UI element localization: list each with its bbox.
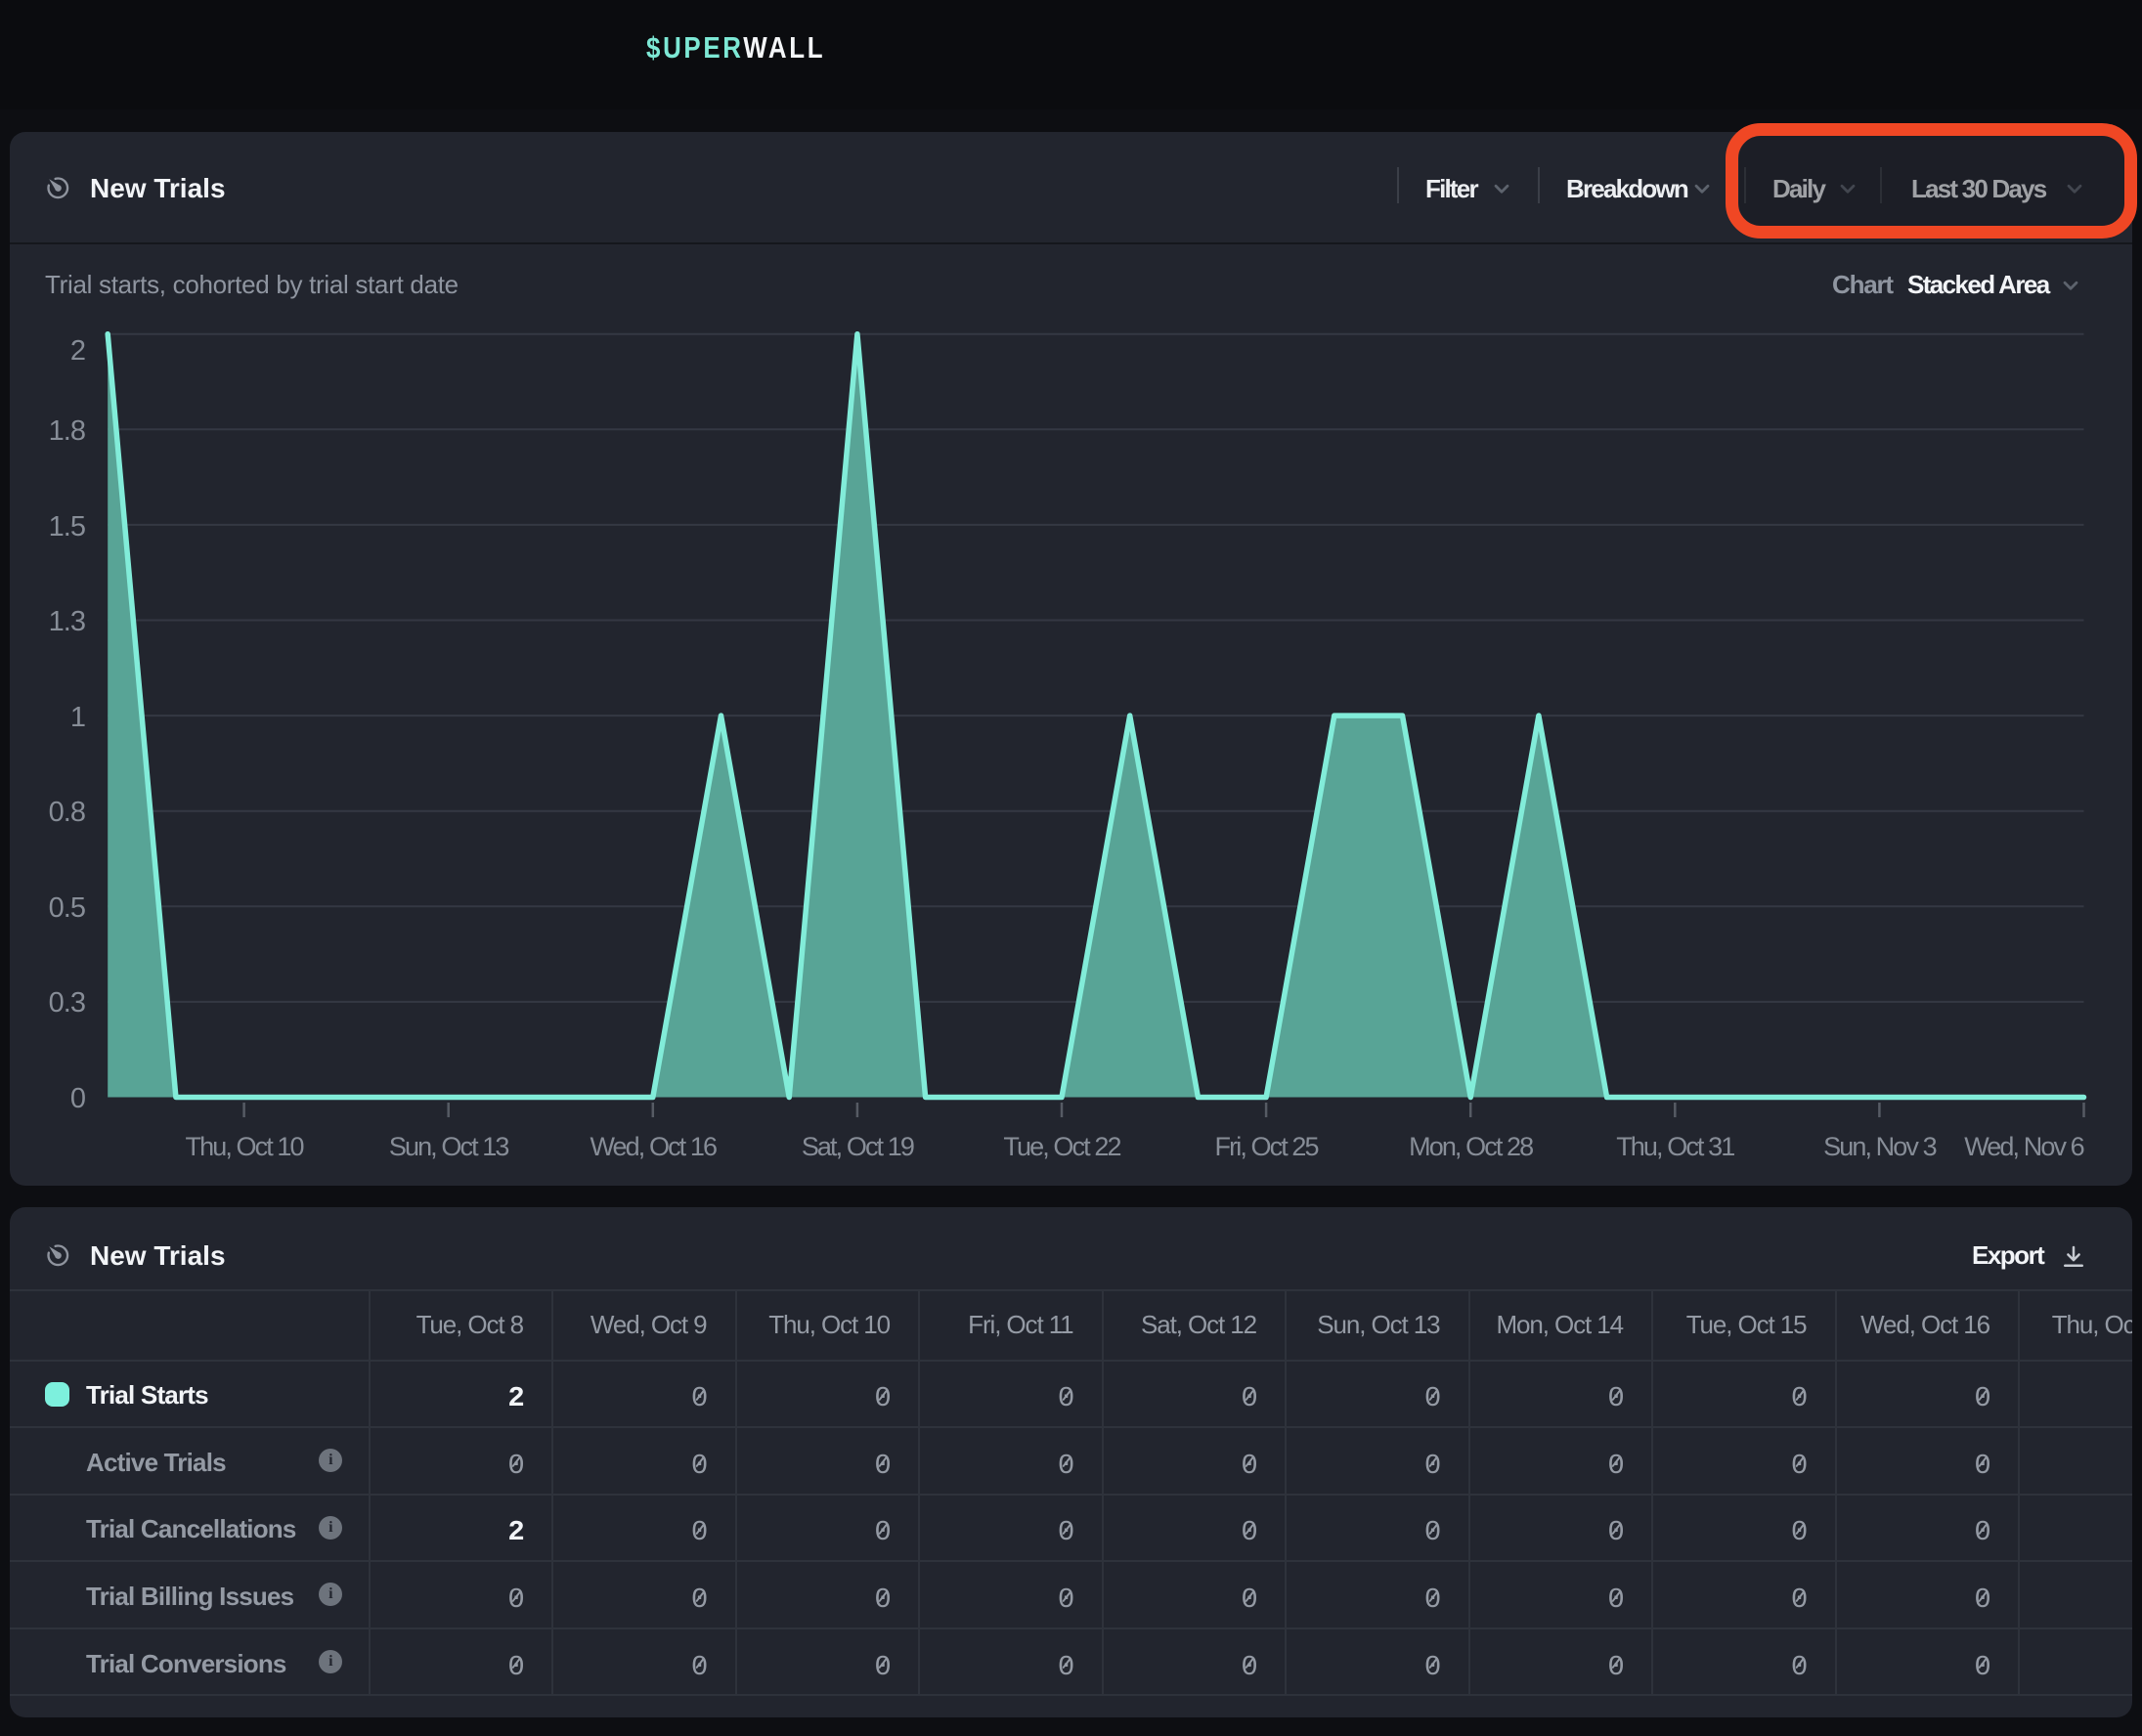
svg-text:Thu, Oct 31: Thu, Oct 31 <box>1616 1132 1734 1161</box>
svg-text:0: 0 <box>70 1083 85 1114</box>
svg-text:Fri, Oct 25: Fri, Oct 25 <box>1215 1132 1319 1161</box>
svg-text:1: 1 <box>70 702 85 733</box>
svg-text:0.3: 0.3 <box>49 987 85 1019</box>
svg-text:2: 2 <box>70 335 85 367</box>
svg-text:Wed, Oct 16: Wed, Oct 16 <box>590 1132 717 1161</box>
svg-text:Mon, Oct 28: Mon, Oct 28 <box>1409 1132 1533 1161</box>
svg-text:1.5: 1.5 <box>49 511 85 542</box>
svg-text:Thu, Oct 10: Thu, Oct 10 <box>186 1132 304 1161</box>
svg-text:Wed, Nov 6: Wed, Nov 6 <box>1964 1132 2083 1161</box>
svg-text:0.5: 0.5 <box>49 892 85 924</box>
svg-text:Sun, Nov 3: Sun, Nov 3 <box>1823 1132 1936 1161</box>
svg-text:1.3: 1.3 <box>49 606 85 637</box>
svg-text:1.8: 1.8 <box>49 415 85 447</box>
svg-text:Tue, Oct 22: Tue, Oct 22 <box>1003 1132 1120 1161</box>
svg-text:Sun, Oct 13: Sun, Oct 13 <box>389 1132 509 1161</box>
svg-text:Sat, Oct 19: Sat, Oct 19 <box>802 1132 914 1161</box>
svg-text:0.8: 0.8 <box>49 797 85 828</box>
